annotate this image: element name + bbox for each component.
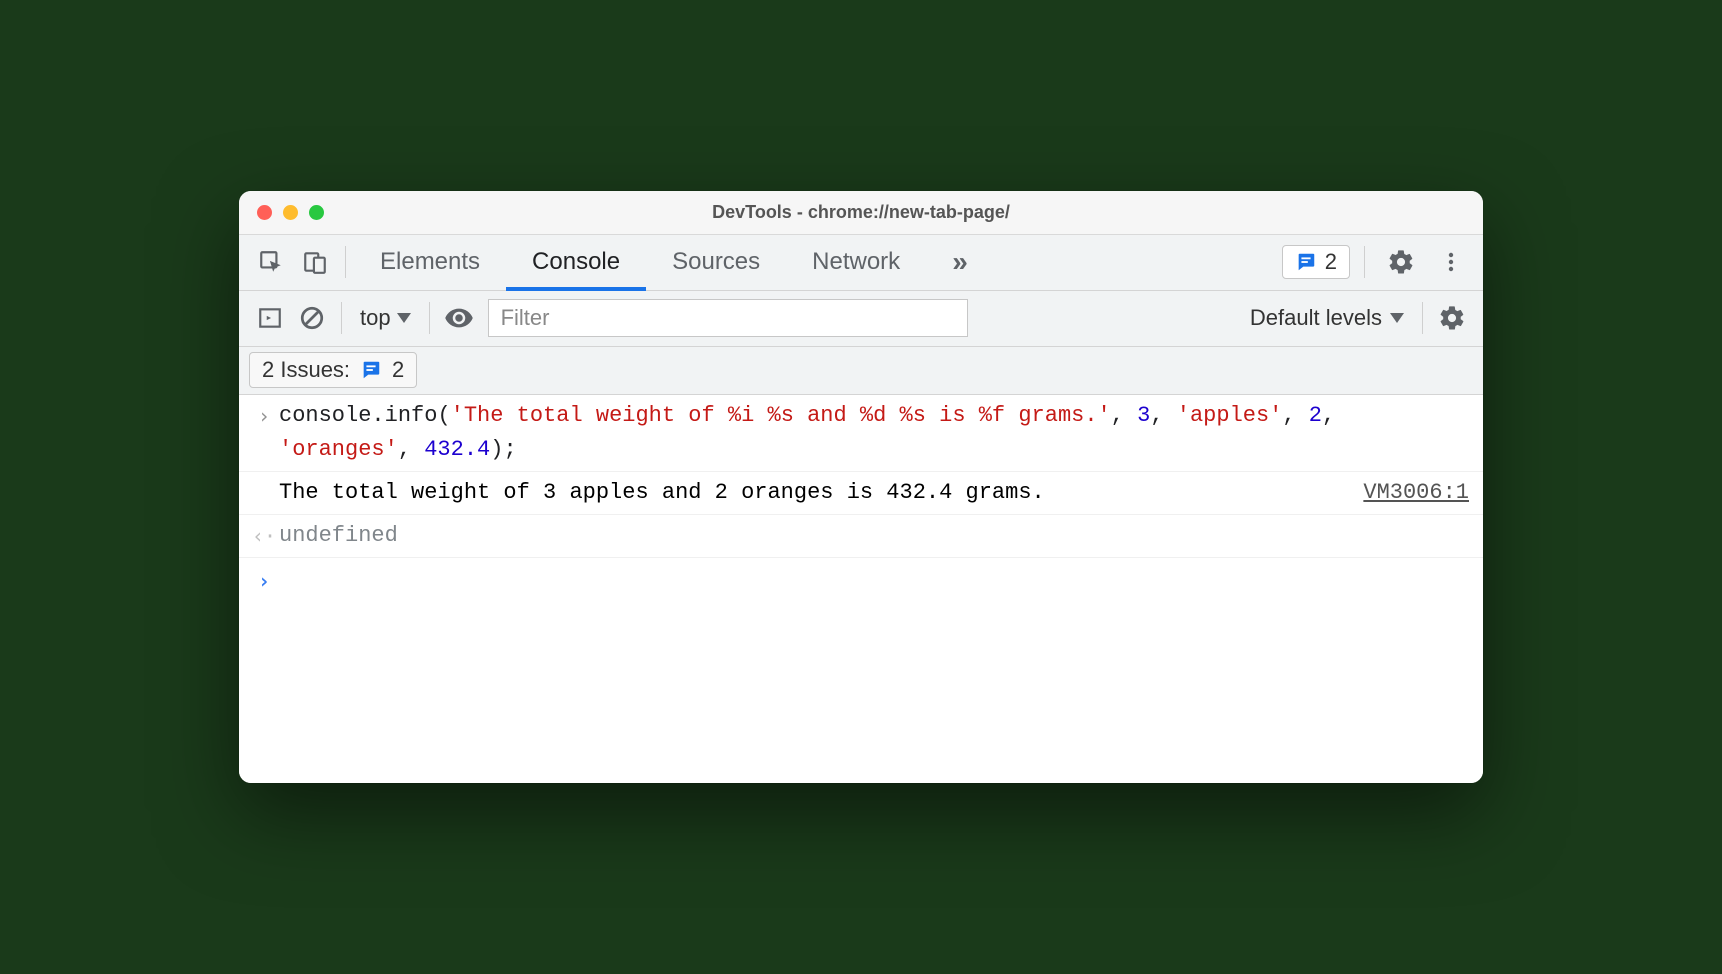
divider <box>429 302 430 334</box>
return-chevron-icon: ‹· <box>249 519 279 553</box>
divider <box>1364 246 1365 278</box>
titlebar: DevTools - chrome://new-tab-page/ <box>239 191 1483 235</box>
zoom-window-button[interactable] <box>309 205 324 220</box>
close-window-button[interactable] <box>257 205 272 220</box>
log-text: The total weight of 3 apples and 2 orang… <box>279 476 1343 510</box>
window-title: DevTools - chrome://new-tab-page/ <box>239 202 1483 223</box>
return-text: undefined <box>279 519 1469 553</box>
divider <box>1422 302 1423 334</box>
traffic-lights <box>239 205 324 220</box>
issues-label: 2 Issues: <box>262 357 350 383</box>
issues-count: 2 <box>1325 249 1337 275</box>
issues-icon <box>360 359 382 381</box>
minimize-window-button[interactable] <box>283 205 298 220</box>
chevron-down-icon <box>1390 313 1404 323</box>
console-sidebar-toggle-icon[interactable] <box>249 298 291 338</box>
tab-sources[interactable]: Sources <box>646 235 786 290</box>
panel-tabs: Elements Console Sources Network » <box>354 235 994 290</box>
chevron-down-icon <box>397 313 411 323</box>
devtools-window: DevTools - chrome://new-tab-page/ Elemen… <box>239 191 1483 783</box>
console-blank-area <box>239 603 1483 783</box>
console-input-echo: › console.info('The total weight of %i %… <box>239 395 1483 472</box>
console-prompt[interactable]: › <box>239 558 1483 603</box>
tab-console[interactable]: Console <box>506 235 646 290</box>
prompt-input[interactable] <box>279 564 1469 597</box>
live-expression-icon[interactable] <box>438 298 480 338</box>
message-source-link[interactable]: VM3006:1 <box>1343 476 1469 510</box>
console-log-message: The total weight of 3 apples and 2 orang… <box>239 472 1483 515</box>
inspect-element-icon[interactable] <box>249 242 293 282</box>
issues-counter[interactable]: 2 <box>1282 245 1350 279</box>
issues-bar-count: 2 <box>392 357 404 383</box>
filter-input[interactable] <box>488 299 968 337</box>
tab-network[interactable]: Network <box>786 235 926 290</box>
console-toolbar: top Default levels <box>239 291 1483 347</box>
console-settings-icon[interactable] <box>1431 298 1473 338</box>
settings-icon[interactable] <box>1379 242 1423 282</box>
console-body: › console.info('The total weight of %i %… <box>239 395 1483 783</box>
console-return-value: ‹· undefined <box>239 515 1483 558</box>
divider <box>345 246 346 278</box>
context-label: top <box>360 305 391 331</box>
log-levels-selector[interactable]: Default levels <box>1240 305 1414 331</box>
input-chevron-icon: › <box>249 399 279 467</box>
device-toolbar-icon[interactable] <box>293 242 337 282</box>
panel-tabbar: Elements Console Sources Network » 2 <box>239 235 1483 291</box>
levels-label: Default levels <box>1250 305 1382 331</box>
execution-context-selector[interactable]: top <box>350 305 421 331</box>
clear-console-icon[interactable] <box>291 298 333 338</box>
issues-icon <box>1295 251 1317 273</box>
tabs-overflow-button[interactable]: » <box>926 235 994 290</box>
kebab-menu-icon[interactable] <box>1429 242 1473 282</box>
console-input-code: console.info('The total weight of %i %s … <box>279 399 1469 467</box>
divider <box>341 302 342 334</box>
prompt-chevron-icon: › <box>249 564 279 597</box>
log-gutter <box>249 476 279 510</box>
issues-box[interactable]: 2 Issues: 2 <box>249 352 417 388</box>
tab-elements[interactable]: Elements <box>354 235 506 290</box>
issues-bar: 2 Issues: 2 <box>239 347 1483 395</box>
